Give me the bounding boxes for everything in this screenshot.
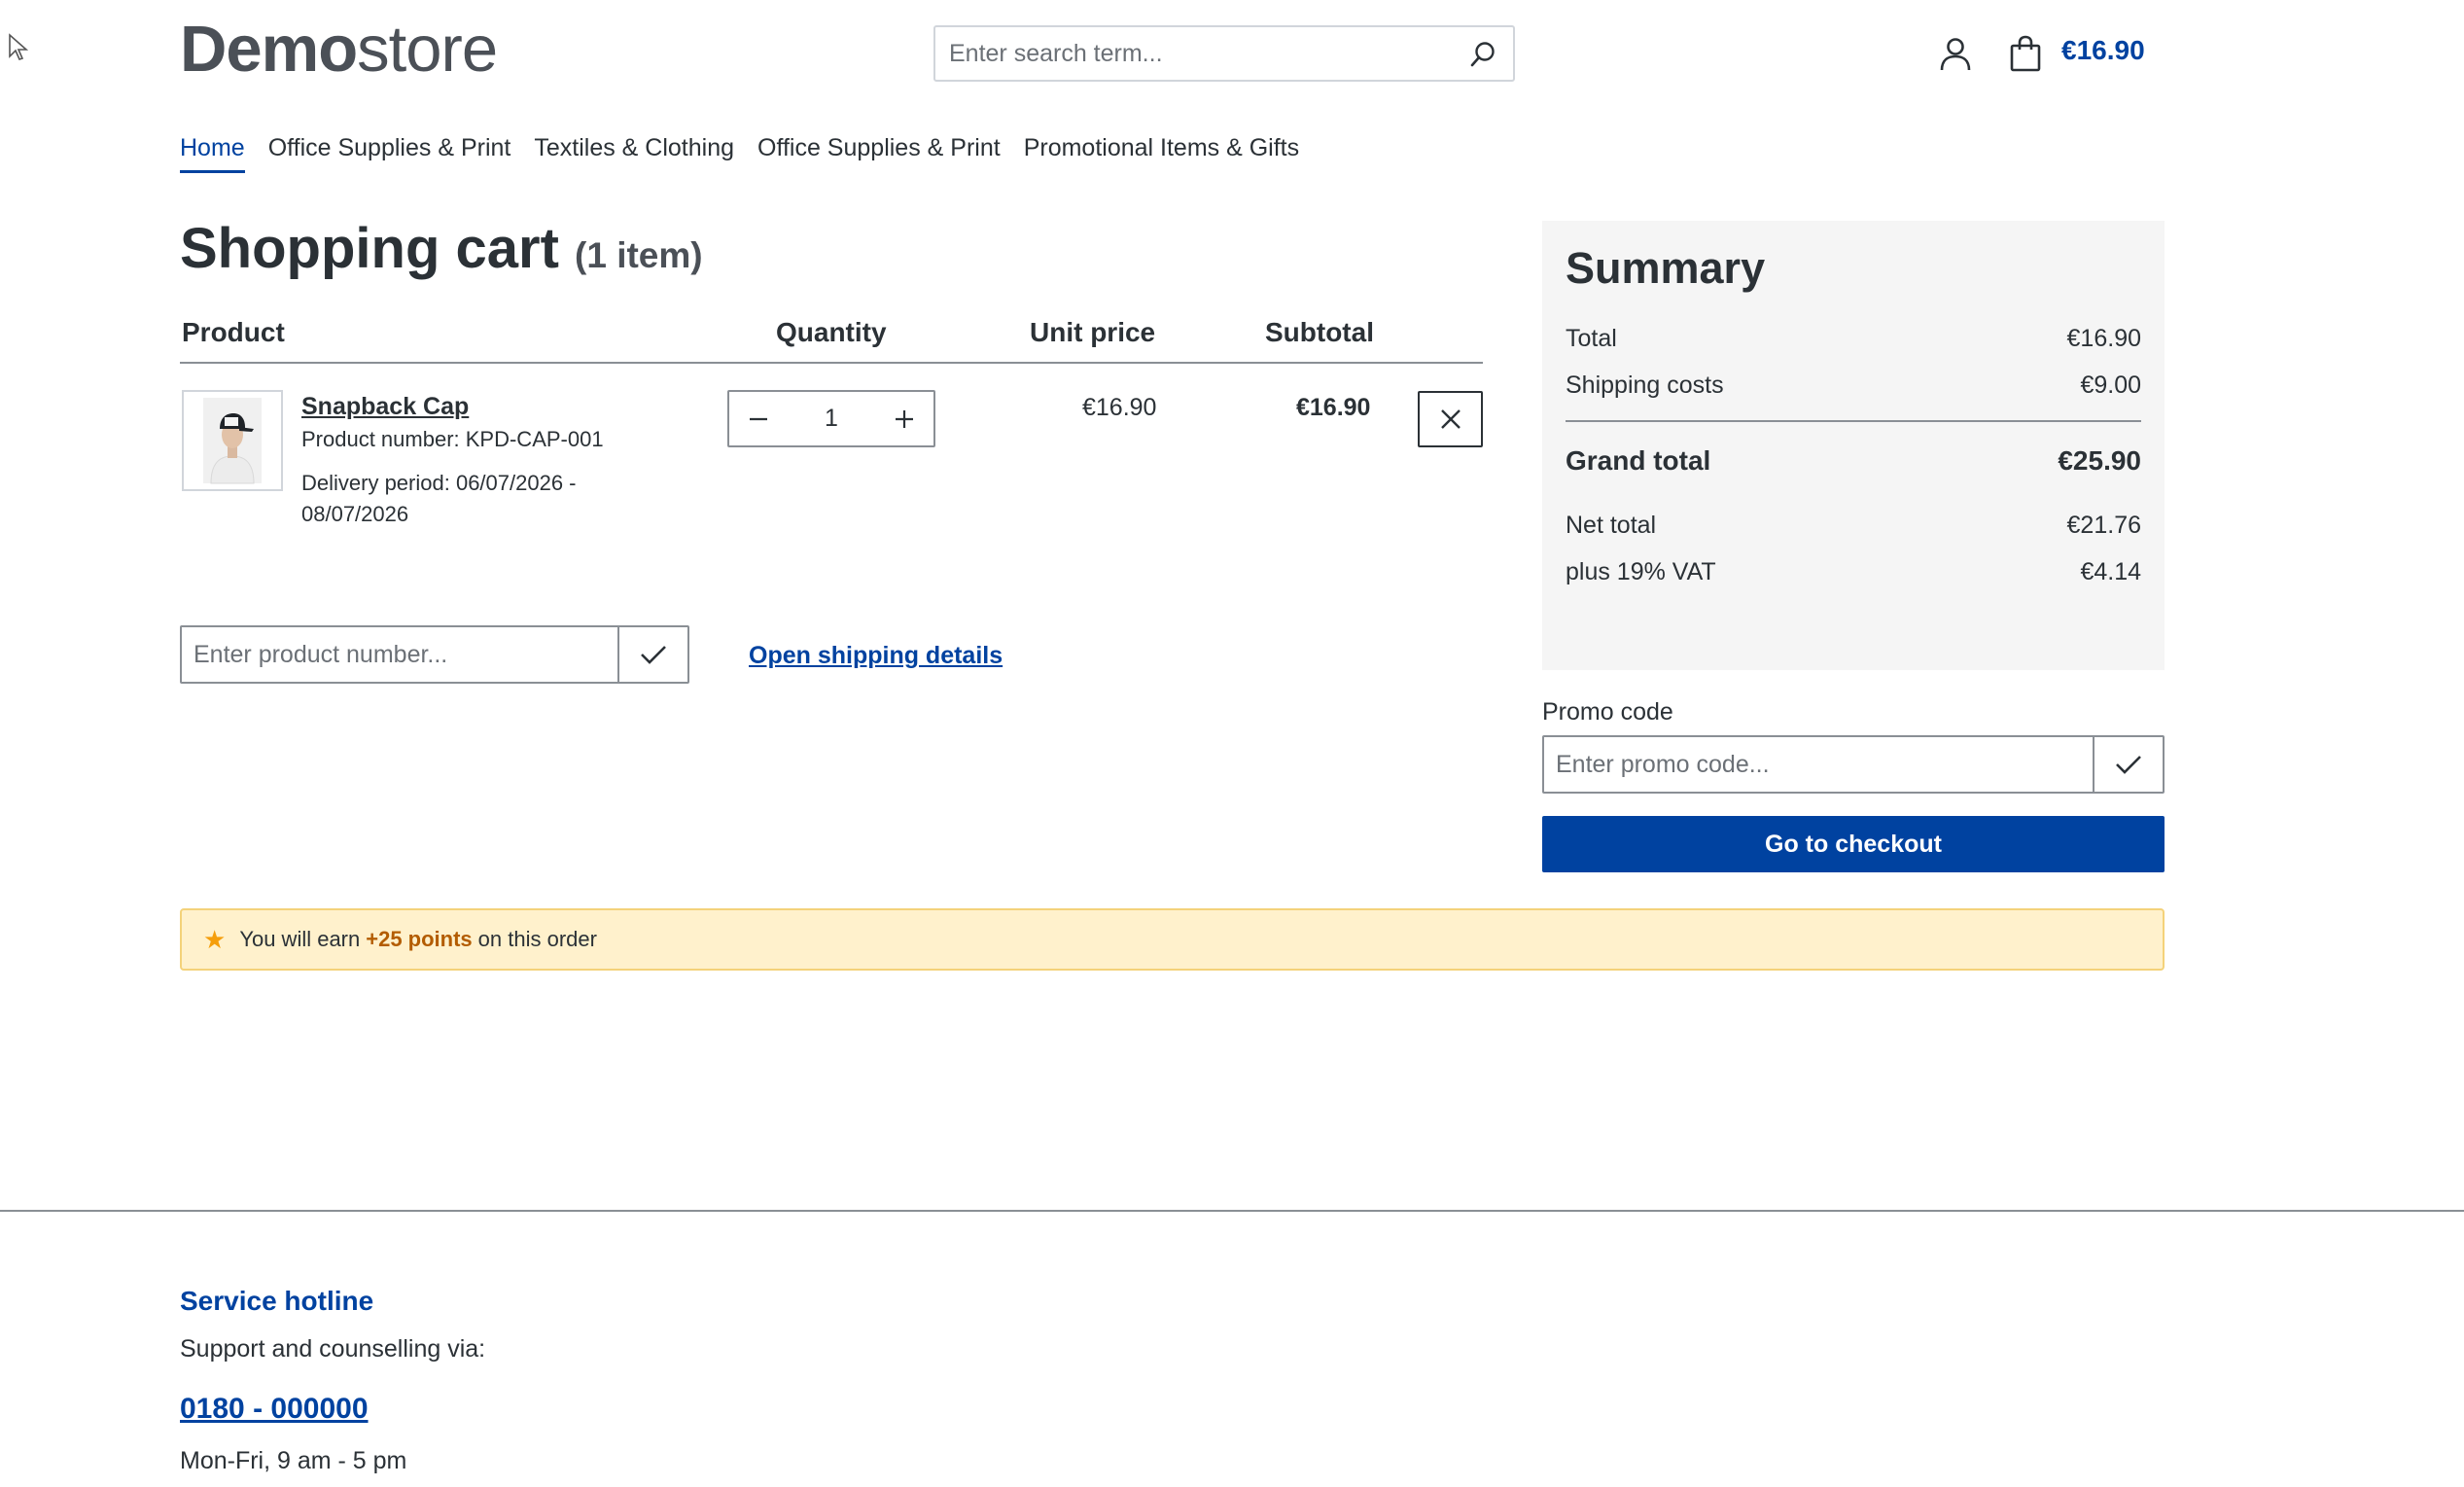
open-shipping-details-link[interactable]: Open shipping details — [749, 642, 1003, 670]
summary-vat-row: plus 19% VAT €4.14 — [1566, 558, 2141, 586]
cart-total[interactable]: €16.90 — [2061, 35, 2145, 66]
column-header-unit-price: Unit price — [1030, 317, 1156, 347]
cart-icon[interactable] — [2009, 35, 2042, 72]
column-header-subtotal: Subtotal — [1265, 317, 1374, 347]
quantity-value[interactable]: 1 — [825, 405, 838, 433]
star-icon: ★ — [203, 924, 227, 954]
checkmark-icon — [2116, 756, 2141, 774]
vat-value: €4.14 — [2080, 558, 2141, 585]
summary-total-row: Total €16.90 — [1566, 325, 2141, 353]
product-thumbnail[interactable] — [182, 390, 283, 491]
plus-icon — [896, 409, 913, 428]
summary-net-row: Net total €21.76 — [1566, 512, 2141, 540]
summary-shipping-row: Shipping costs €9.00 — [1566, 372, 2141, 400]
vat-label: plus 19% VAT — [1566, 558, 1716, 585]
points-suffix: on this order — [477, 927, 597, 951]
points-prefix: You will earn — [239, 927, 361, 951]
service-hotline-title: Service hotline — [180, 1286, 374, 1316]
minus-icon — [750, 417, 767, 420]
search-icon[interactable] — [1468, 40, 1497, 69]
close-icon — [1440, 409, 1461, 429]
footer-divider — [0, 1210, 2464, 1212]
apply-promo-button[interactable] — [2093, 737, 2163, 792]
product-number: Product number: KPD-CAP-001 — [301, 427, 604, 451]
nav-item-promotional[interactable]: Promotional Items & Gifts — [1024, 134, 1299, 173]
points-banner: ★ You will earn +25 points on this order — [180, 908, 2165, 971]
nav-item-office-supplies-2[interactable]: Office Supplies & Print — [757, 134, 1001, 173]
total-value: €16.90 — [2066, 325, 2141, 352]
logo-light-text: store — [357, 13, 498, 86]
shipping-label: Shipping costs — [1566, 372, 1724, 399]
quantity-stepper: 1 — [727, 390, 935, 447]
column-header-quantity: Quantity — [776, 317, 887, 347]
page-title: Shopping cart (1 item) — [180, 216, 703, 281]
store-logo[interactable]: Demostore — [180, 13, 498, 86]
points-amount: +25 points — [366, 927, 473, 951]
cart-item-count: (1 item) — [575, 235, 703, 275]
promo-code-input[interactable] — [1544, 737, 2094, 792]
table-header-divider — [180, 362, 1483, 364]
delivery-period: Delivery period: 06/07/2026 - 08/07/2026 — [301, 471, 577, 526]
logo-bold-text: Demo — [180, 13, 358, 86]
net-total-value: €21.76 — [2066, 512, 2141, 539]
shipping-value: €9.00 — [2080, 372, 2141, 399]
main-navigation: Home Office Supplies & Print Textiles & … — [180, 134, 1322, 173]
grand-total-label: Grand total — [1566, 445, 1711, 476]
search-box[interactable] — [933, 25, 1515, 82]
mouse-cursor-icon — [8, 33, 29, 62]
checkmark-icon — [641, 646, 666, 664]
line-subtotal: €16.90 — [1296, 394, 1371, 421]
checkout-button[interactable]: Go to checkout — [1542, 816, 2165, 872]
total-label: Total — [1566, 325, 1617, 352]
column-header-product: Product — [182, 317, 285, 347]
add-product-button[interactable] — [617, 627, 687, 682]
service-hotline-subtitle: Support and counselling via: — [180, 1335, 486, 1363]
summary-divider — [1566, 420, 2141, 422]
nav-item-textiles[interactable]: Textiles & Clothing — [534, 134, 734, 173]
product-name-link[interactable]: Snapback Cap — [301, 393, 469, 421]
increase-quantity-button[interactable] — [875, 392, 933, 445]
add-product-form — [180, 625, 689, 684]
nav-item-office-supplies[interactable]: Office Supplies & Print — [268, 134, 511, 173]
decrease-quantity-button[interactable] — [729, 392, 788, 445]
account-icon[interactable] — [1939, 37, 1972, 72]
unit-price: €16.90 — [1082, 394, 1157, 421]
hotline-hours: Mon-Fri, 9 am - 5 pm — [180, 1447, 407, 1474]
hotline-phone-link[interactable]: 0180 - 000000 — [180, 1393, 369, 1426]
summary-grand-total-row: Grand total €25.90 — [1566, 445, 2141, 477]
nav-item-home[interactable]: Home — [180, 134, 245, 173]
grand-total-value: €25.90 — [2058, 445, 2141, 476]
remove-item-button[interactable] — [1418, 391, 1483, 447]
search-input[interactable] — [935, 27, 1468, 80]
product-number-input[interactable] — [182, 627, 617, 682]
cart-title-text: Shopping cart — [180, 217, 559, 280]
net-total-label: Net total — [1566, 512, 1657, 539]
promo-code-form — [1542, 735, 2165, 794]
promo-code-label: Promo code — [1542, 698, 1673, 726]
summary-title: Summary — [1566, 243, 1766, 293]
